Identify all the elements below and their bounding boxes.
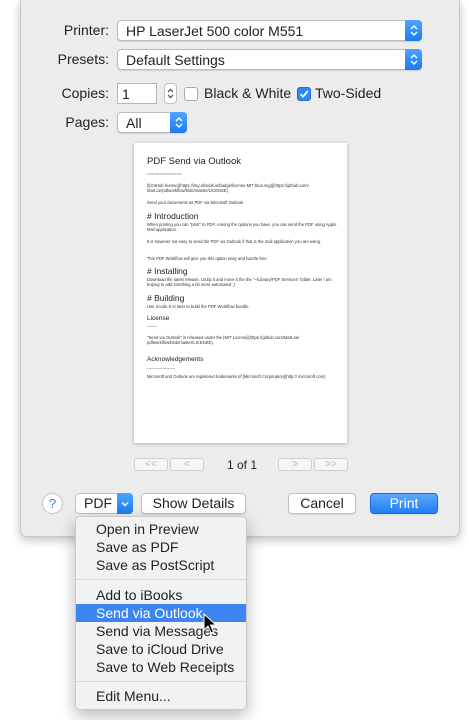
printer-value: HP LaserJet 500 color M551 (126, 23, 304, 39)
menu-item-save-as-postscript[interactable]: Save as PostScript (76, 556, 246, 574)
two-sided-label: Two-Sided (315, 85, 382, 101)
preview-underline: ============== (147, 171, 182, 176)
preview-intro-p1: When printing you can "print" to PDF. Am… (147, 222, 337, 233)
pages-label: Pages: (65, 114, 109, 130)
up-down-chevron-icon (170, 112, 187, 133)
pdf-menu-button[interactable]: PDF (75, 493, 133, 514)
preview-heading-building: # Building (147, 293, 185, 303)
preview-heading-installing: # Installing (147, 266, 188, 276)
checkmark-icon (299, 90, 309, 99)
copies-field[interactable]: 1 (117, 83, 157, 104)
pdf-dropdown-menu: Open in Preview Save as PDF Save as Post… (75, 516, 247, 710)
print-button[interactable]: Print (370, 493, 438, 514)
page-count: 1 of 1 (227, 458, 258, 472)
preview-heading-ack: Acknowledgements (147, 356, 204, 363)
preview-intro: Send your documents as PDF via Microsoft… (147, 200, 245, 205)
preview-ack-dashes: -------------------- (147, 366, 175, 371)
pages-value: All (126, 115, 142, 131)
pages-popup[interactable]: All (117, 112, 187, 133)
prev-page-button[interactable]: < (170, 458, 204, 471)
black-white-label: Black & White (204, 85, 292, 101)
cancel-button[interactable]: Cancel (288, 493, 356, 514)
menu-item-send-via-outlook[interactable]: Send via Outlook (76, 604, 246, 622)
stepper-arrows-icon (167, 88, 174, 99)
arrow-pointer-icon (203, 613, 217, 634)
preview-license-p: "Send via Outlook" is released under the… (147, 335, 300, 346)
preview-install-p: Download the latest release. Unzip it an… (147, 277, 332, 288)
next-page-button[interactable]: > (278, 458, 312, 471)
preview-ack-p: Microsoft and Outlook are registered tra… (147, 374, 326, 379)
up-down-chevron-icon (405, 49, 422, 70)
preview-building-p: Use Xcode 9 or later to build the PDF Wo… (147, 304, 250, 309)
black-white-checkbox[interactable] (184, 87, 198, 101)
menu-item-edit-menu[interactable]: Edit Menu... (76, 687, 246, 705)
menu-separator (76, 681, 246, 682)
presets-label: Presets: (57, 51, 109, 67)
preview-heading-license: License (147, 315, 170, 322)
printer-popup[interactable]: HP LaserJet 500 color M551 (117, 20, 422, 41)
preview-intro-p3: This PDF Workflow will give you this opt… (147, 256, 268, 261)
printer-label: Printer: (63, 22, 109, 38)
copies-label: Copies: (61, 85, 109, 101)
last-page-button[interactable]: >> (314, 458, 348, 471)
menu-item-save-to-icloud-drive[interactable]: Save to iCloud Drive (76, 640, 246, 658)
preview-intro-p2: It is however not easy to send the PDF v… (147, 239, 322, 244)
menu-separator (76, 579, 246, 580)
page-preview: PDF Send via Outlook ============== [![G… (134, 143, 347, 443)
menu-item-open-in-preview[interactable]: Open in Preview (76, 520, 246, 538)
preview-title: PDF Send via Outlook (147, 156, 241, 167)
chevron-down-icon (117, 493, 133, 514)
pdf-label: PDF (84, 495, 112, 511)
menu-item-add-to-ibooks[interactable]: Add to iBooks (76, 586, 246, 604)
preview-license-dashes: ------- (147, 324, 157, 329)
copies-stepper[interactable] (164, 83, 177, 104)
help-button[interactable]: ? (42, 493, 63, 514)
first-page-button[interactable]: << (134, 458, 168, 471)
preview-license-badge: [![GitHub license](https://img.shields.i… (147, 183, 309, 194)
print-dialog: Printer: HP LaserJet 500 color M551 Pres… (20, 0, 460, 537)
menu-item-save-as-pdf[interactable]: Save as PDF (76, 538, 246, 556)
menu-item-send-via-messages[interactable]: Send via Messages (76, 622, 246, 640)
preview-heading-introduction: # Introduction (147, 211, 199, 221)
two-sided-checkbox[interactable] (297, 87, 311, 101)
show-details-button[interactable]: Show Details (141, 493, 246, 514)
up-down-chevron-icon (405, 20, 422, 41)
presets-value: Default Settings (126, 52, 225, 68)
presets-popup[interactable]: Default Settings (117, 49, 422, 70)
menu-item-save-to-web-receipts[interactable]: Save to Web Receipts (76, 658, 246, 676)
